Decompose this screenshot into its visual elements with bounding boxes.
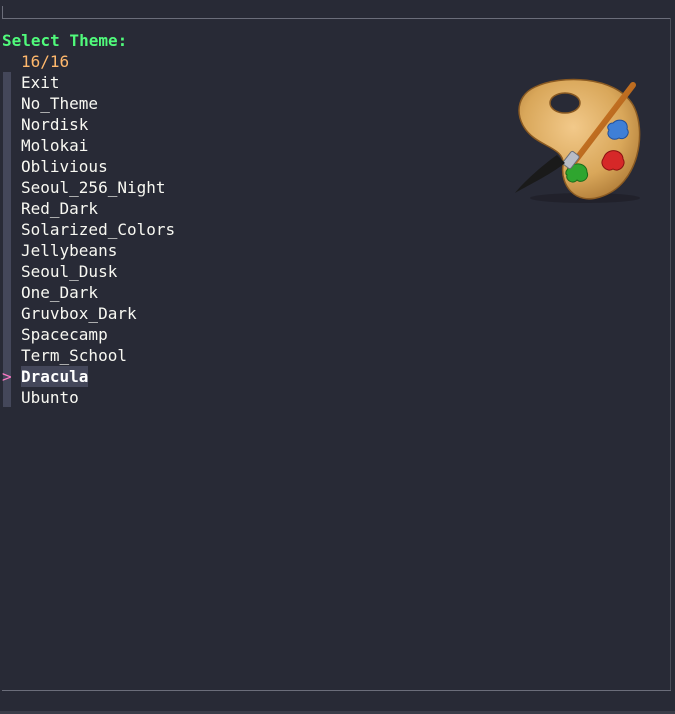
theme-option-label: Spacecamp bbox=[21, 325, 108, 344]
terminal-window: Select Theme: 16/16 Exit No_Theme Nordisk M… bbox=[0, 0, 675, 714]
prompt-label: Select Theme: bbox=[2, 31, 128, 50]
theme-option-label: Seoul_256_Night bbox=[21, 178, 166, 197]
match-counter: 16/16 bbox=[21, 52, 70, 71]
theme-option-label: Red_Dark bbox=[21, 199, 99, 218]
theme-option-label: Oblivious bbox=[21, 157, 108, 176]
theme-option-label: Seoul_Dusk bbox=[21, 262, 118, 281]
theme-option-label: Ubunto bbox=[21, 388, 79, 407]
theme-option-label: Gruvbox_Dark bbox=[21, 304, 137, 323]
theme-option-label: Molokai bbox=[21, 136, 89, 155]
selection-pointer: > bbox=[2, 367, 12, 386]
theme-option-label: Jellybeans bbox=[21, 241, 118, 260]
list-gutter bbox=[3, 72, 11, 407]
right-border bbox=[670, 18, 671, 691]
paint-palette-icon bbox=[515, 78, 641, 203]
theme-option-label: No_Theme bbox=[21, 94, 99, 113]
theme-option-label: Exit bbox=[21, 73, 60, 92]
theme-option-label: Term_School bbox=[21, 346, 127, 365]
theme-option-label: Nordisk bbox=[21, 115, 89, 134]
theme-option-label: Solarized_Colors bbox=[21, 220, 176, 239]
theme-option-label: Dracula bbox=[21, 366, 89, 387]
top-border bbox=[2, 18, 671, 19]
bottom-border bbox=[2, 690, 671, 691]
theme-option-label: One_Dark bbox=[21, 283, 99, 302]
